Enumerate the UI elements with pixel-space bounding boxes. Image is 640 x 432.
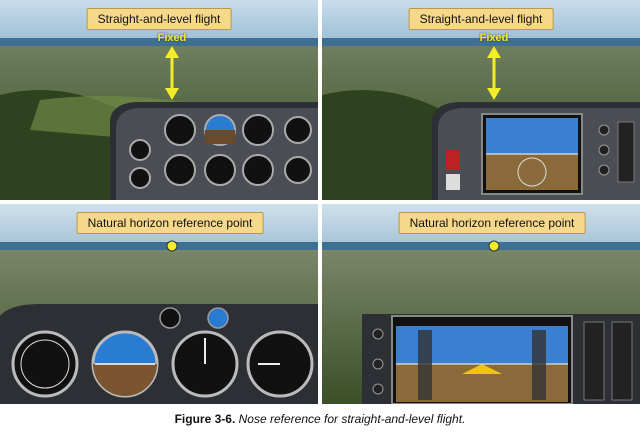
figure: Straight-and-level flight Fixed Straight… — [0, 0, 640, 404]
scene-bottom-right — [322, 204, 640, 404]
panel-label: Natural horizon reference point — [76, 212, 264, 234]
panel-top-left: Straight-and-level flight Fixed — [0, 0, 318, 200]
panel-label: Straight-and-level flight — [86, 8, 232, 30]
fixed-label: Fixed — [157, 32, 187, 44]
panel-bottom-left: Natural horizon reference point — [0, 204, 318, 404]
reference-dot-icon — [166, 240, 178, 252]
figure-number: Figure 3-6. — [174, 412, 236, 426]
scene-top-right — [322, 0, 640, 200]
panel-label: Straight-and-level flight — [408, 8, 554, 30]
scene-bottom-left — [0, 204, 318, 404]
caption-text: Nose reference for straight-and-level fl… — [238, 412, 466, 426]
scene-top-left — [0, 0, 318, 200]
figure-caption: Figure 3-6. Nose reference for straight-… — [0, 412, 640, 426]
reference-dot-icon — [488, 240, 500, 252]
panel-top-right: Straight-and-level flight Fixed — [322, 0, 640, 200]
panel-label: Natural horizon reference point — [398, 212, 586, 234]
fixed-label: Fixed — [479, 32, 509, 44]
panel-bottom-right: Natural horizon reference point — [322, 204, 640, 404]
